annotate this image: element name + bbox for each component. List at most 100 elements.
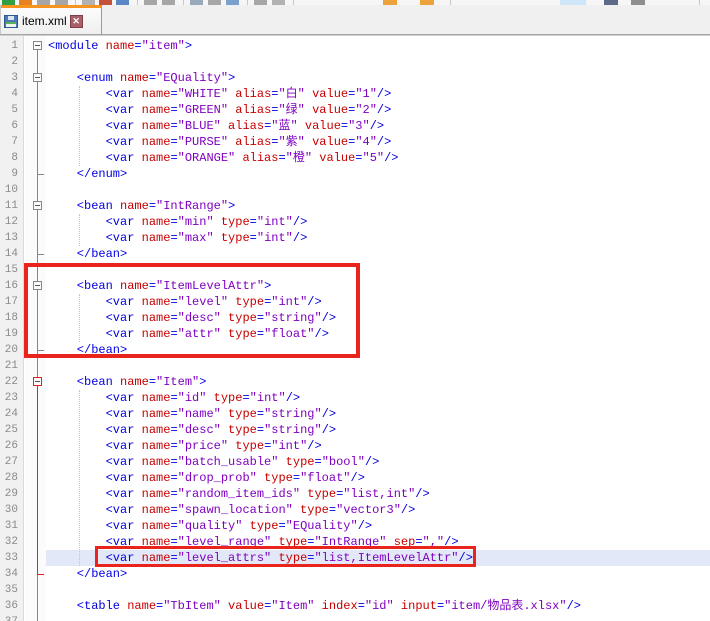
code-token: type xyxy=(221,423,257,437)
code-token: name xyxy=(120,199,149,213)
code-token: = xyxy=(278,151,285,165)
code-token: "ORANGE" xyxy=(178,151,236,165)
code-token: <var xyxy=(48,471,142,485)
code-line[interactable]: </bean> xyxy=(48,246,127,262)
code-token: "random_item_ids" xyxy=(178,487,300,501)
code-token: "quality" xyxy=(178,519,243,533)
code-line[interactable]: <var name="max" type="int"/> xyxy=(48,230,307,246)
code-line[interactable]: <table name="TbItem" value="Item" index=… xyxy=(48,598,581,614)
code-token: = xyxy=(170,135,177,149)
code-line[interactable]: <var name="BLUE" alias="蓝" value="3"/> xyxy=(48,118,384,134)
code-token: "batch_usable" xyxy=(178,455,279,469)
line-number: 17 xyxy=(0,294,24,310)
code-token: name xyxy=(142,391,171,405)
code-token: "name" xyxy=(178,407,221,421)
fold-toggle-icon[interactable] xyxy=(33,73,42,82)
line-number: 25 xyxy=(0,422,24,438)
code-token: "5" xyxy=(363,151,385,165)
line-number: 16 xyxy=(0,278,24,294)
code-token: <var xyxy=(48,215,142,229)
line-number: 11 xyxy=(0,198,24,214)
code-line[interactable]: <var name="desc" type="string"/> xyxy=(48,422,336,438)
line-number: 26 xyxy=(0,438,24,454)
code-token: "GREEN" xyxy=(178,103,228,117)
line-number: 23 xyxy=(0,390,24,406)
code-token: "橙" xyxy=(286,151,312,165)
code-line[interactable]: <var name="ORANGE" alias="橙" value="5"/> xyxy=(48,150,399,166)
code-token: name xyxy=(142,119,171,133)
code-token: = xyxy=(170,119,177,133)
code-token: "TbItem" xyxy=(163,599,221,613)
code-token: "3" xyxy=(348,119,370,133)
code-token: <bean xyxy=(48,199,120,213)
fold-toggle-icon[interactable] xyxy=(33,201,42,210)
line-number: 27 xyxy=(0,454,24,470)
code-token: name xyxy=(142,87,171,101)
code-token: name xyxy=(142,407,171,421)
code-line[interactable]: <var name="random_item_ids" type="list,i… xyxy=(48,486,430,502)
code-token: "int" xyxy=(250,391,286,405)
code-token: name xyxy=(120,71,149,85)
code-token: "EQuality" xyxy=(286,519,358,533)
close-icon[interactable]: ✕ xyxy=(70,15,83,28)
code-token: = xyxy=(293,471,300,485)
code-line[interactable]: <var name="GREEN" alias="绿" value="2"/> xyxy=(48,102,391,118)
code-token: "白" xyxy=(278,87,304,101)
code-token: /> xyxy=(370,119,384,133)
code-line[interactable]: </enum> xyxy=(48,166,127,182)
code-token: = xyxy=(170,151,177,165)
code-line[interactable]: <var name="min" type="int"/> xyxy=(48,214,307,230)
line-number: 5 xyxy=(0,102,24,118)
fold-toggle-icon[interactable] xyxy=(33,377,42,386)
code-line[interactable]: <module name="item"> xyxy=(48,38,192,54)
code-token: = xyxy=(170,231,177,245)
tab-item-xml[interactable]: item.xml ✕ xyxy=(0,5,102,34)
code-line[interactable]: <var name="batch_usable" type="bool"/> xyxy=(48,454,379,470)
code-token: <var xyxy=(48,503,142,517)
line-number: 9 xyxy=(0,166,24,182)
line-number: 37 xyxy=(0,614,24,621)
code-token: = xyxy=(149,375,156,389)
code-token: alias xyxy=(228,103,271,117)
code-token: "Item" xyxy=(271,599,314,613)
code-token: "WHITE" xyxy=(178,87,228,101)
code-line[interactable]: <var name="drop_prob" type="float"/> xyxy=(48,470,365,486)
code-token: "price" xyxy=(178,439,228,453)
code-token: type xyxy=(206,391,242,405)
code-token: type xyxy=(278,455,314,469)
code-token: "int" xyxy=(257,215,293,229)
code-token: /> xyxy=(286,391,300,405)
line-number: 28 xyxy=(0,470,24,486)
line-number: 20 xyxy=(0,342,24,358)
line-number: 13 xyxy=(0,230,24,246)
code-token: /> xyxy=(377,103,391,117)
code-line[interactable]: </bean> xyxy=(48,566,127,582)
code-token: <var xyxy=(48,103,142,117)
line-number: 33 xyxy=(0,550,24,566)
code-token: /> xyxy=(322,423,336,437)
code-line[interactable]: <var name="WHITE" alias="白" value="1"/> xyxy=(48,86,391,102)
code-line[interactable]: <enum name="EQuality"> xyxy=(48,70,235,86)
code-token: name xyxy=(142,455,171,469)
code-line[interactable]: <var name="PURSE" alias="紫" value="4"/> xyxy=(48,134,391,150)
code-line[interactable]: <var name="id" type="int"/> xyxy=(48,390,300,406)
code-line[interactable]: <var name="spawn_location" type="vector3… xyxy=(48,502,415,518)
code-token: value xyxy=(312,151,355,165)
code-line[interactable]: <var name="name" type="string"/> xyxy=(48,406,336,422)
code-token: index xyxy=(314,599,357,613)
code-token: name xyxy=(142,423,171,437)
code-line[interactable]: <var name="price" type="int"/> xyxy=(48,438,322,454)
line-number: 32 xyxy=(0,534,24,550)
line-number: 6 xyxy=(0,118,24,134)
code-token: > xyxy=(228,199,235,213)
code-line[interactable]: <var name="quality" type="EQuality"/> xyxy=(48,518,372,534)
line-number: 4 xyxy=(0,86,24,102)
line-number: 34 xyxy=(0,566,24,582)
code-line[interactable]: <bean name="IntRange"> xyxy=(48,198,235,214)
fold-toggle-icon[interactable] xyxy=(33,41,42,50)
code-token: = xyxy=(170,503,177,517)
code-line[interactable]: <bean name="Item"> xyxy=(48,374,206,390)
code-token: alias xyxy=(235,151,278,165)
fold-line-active xyxy=(37,382,38,574)
code-token: = xyxy=(170,455,177,469)
